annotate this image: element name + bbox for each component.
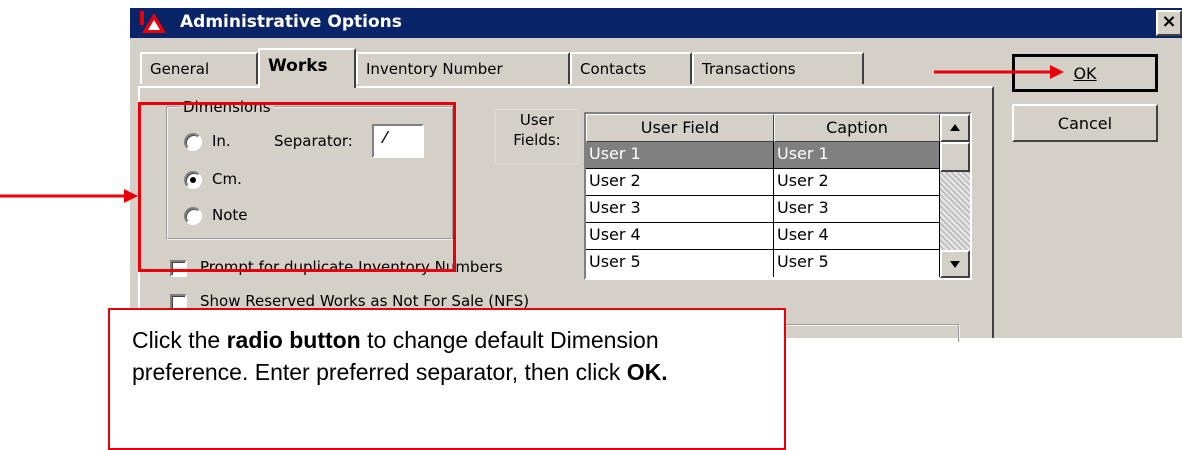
callout-bold: radio button xyxy=(226,327,361,353)
callout-bold: OK. xyxy=(626,359,668,385)
instruction-callout: Click the radio button to change default… xyxy=(108,308,786,450)
callout-text: Click the xyxy=(132,327,227,353)
